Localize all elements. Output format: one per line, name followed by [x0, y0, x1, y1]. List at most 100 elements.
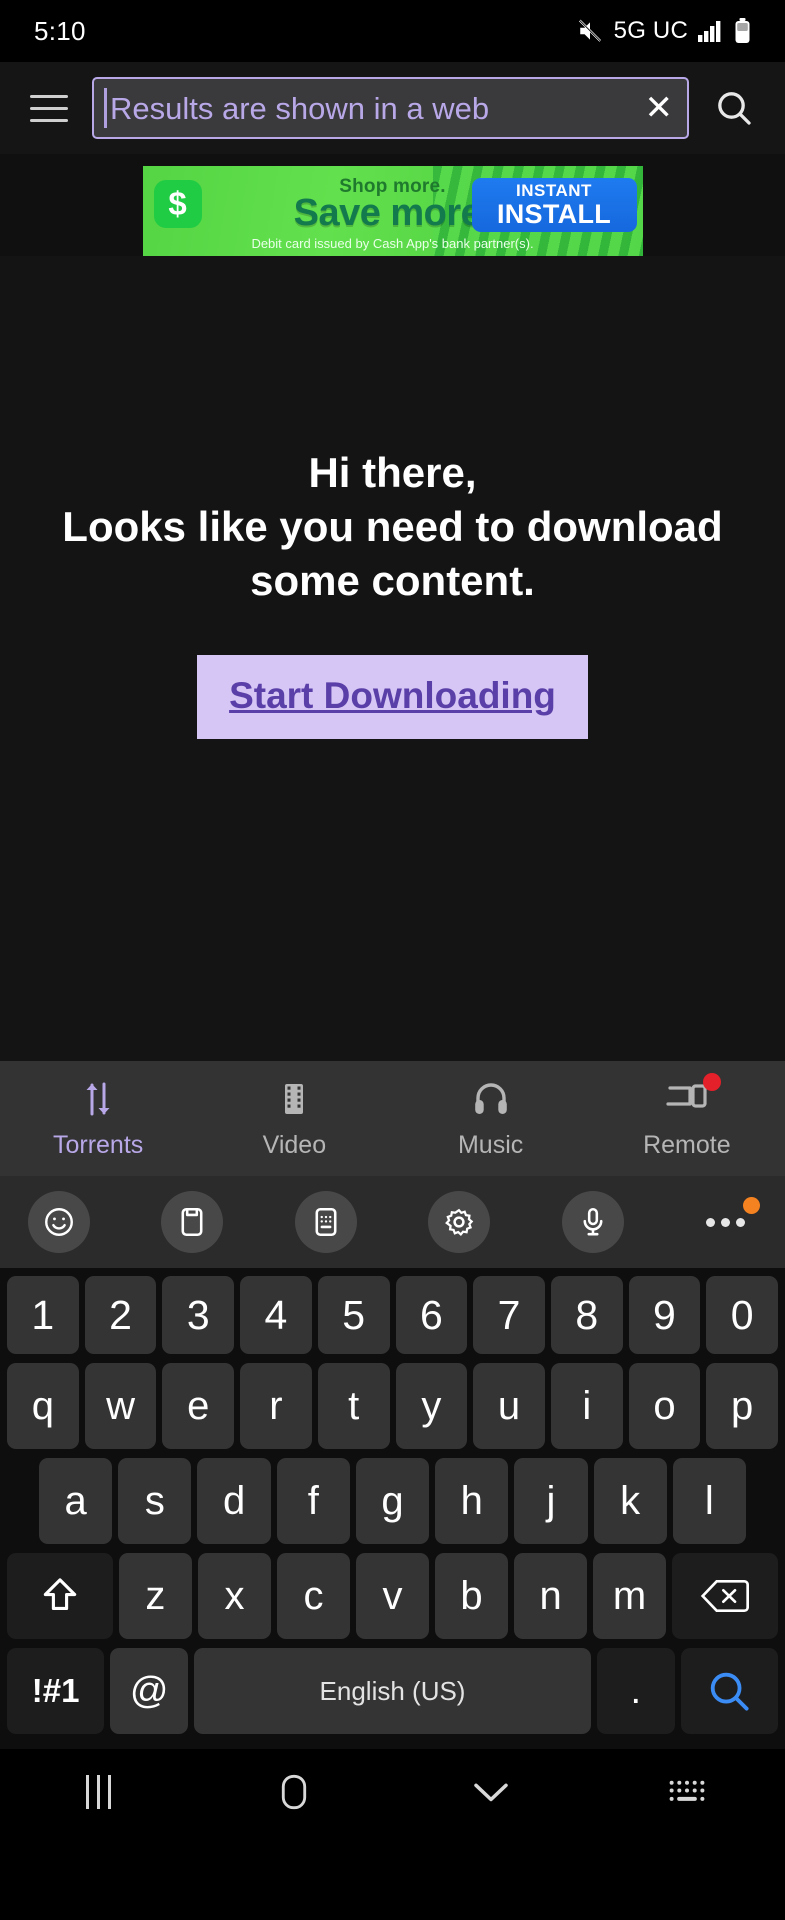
key-p[interactable]: p	[706, 1363, 779, 1449]
ad-banner[interactable]: $ Shop more. Save more. Debit card issue…	[142, 166, 643, 256]
key-2[interactable]: 2	[84, 1276, 157, 1354]
ad-disclaimer: Debit card issued by Cash App's bank par…	[251, 236, 534, 251]
key-x[interactable]: x	[197, 1553, 271, 1639]
key-e[interactable]: e	[162, 1363, 235, 1449]
ad-banner-container: $ Shop more. Save more. Debit card issue…	[0, 154, 785, 256]
phone-screen: 5:10 5G UC Results are shown in a web ✕ …	[0, 0, 785, 1920]
message-line-1: Looks like you need to download	[62, 502, 723, 550]
key-z[interactable]: z	[118, 1553, 192, 1639]
shift-arrow-icon[interactable]	[7, 1553, 113, 1639]
status-icons: 5G UC	[575, 17, 751, 45]
at-key[interactable]: @	[110, 1648, 189, 1734]
keyboard-layout-icon[interactable]	[294, 1191, 357, 1253]
key-u[interactable]: u	[473, 1363, 545, 1449]
more-options-badge	[742, 1197, 760, 1214]
search-input-text: Results are shown in a web	[110, 92, 490, 124]
tab-label: Torrents	[52, 1130, 144, 1159]
more-options-icon[interactable]	[695, 1191, 760, 1253]
key-3[interactable]: 3	[162, 1276, 235, 1354]
backspace-icon[interactable]	[672, 1553, 778, 1639]
web-content-area: Hi there, Looks like you need to downloa…	[0, 256, 785, 1061]
start-downloading-label: Start Downloading	[229, 675, 556, 717]
keyboard-toolbar	[0, 1176, 785, 1268]
key-w[interactable]: w	[84, 1363, 157, 1449]
status-bar: 5:10 5G UC	[0, 0, 785, 62]
on-screen-keyboard: 1 2 3 4 5 6 7 8 9 0 q w e r t y u i o p …	[0, 1268, 785, 1749]
key-v[interactable]: v	[355, 1553, 430, 1639]
tab-label: Remote	[643, 1130, 731, 1159]
key-b[interactable]: b	[435, 1553, 509, 1639]
remote-devices-icon	[665, 1072, 721, 1120]
tab-label: Music	[457, 1130, 524, 1159]
key-n[interactable]: n	[514, 1553, 588, 1639]
key-d[interactable]: d	[197, 1458, 271, 1544]
empty-state: Hi there, Looks like you need to downloa…	[0, 446, 785, 740]
key-s[interactable]: s	[118, 1458, 192, 1544]
period-key[interactable]: .	[596, 1648, 675, 1734]
settings-gear-icon[interactable]	[428, 1191, 491, 1253]
space-key[interactable]: English (US)	[194, 1648, 591, 1734]
clear-search-button[interactable]: ✕	[639, 91, 674, 125]
message-line-2: some content.	[250, 556, 535, 604]
bottom-tab-bar: Torrents Video Music Remote	[0, 1061, 785, 1176]
home-icon[interactable]	[196, 1749, 392, 1835]
key-c[interactable]: c	[276, 1553, 350, 1639]
recent-apps-icon[interactable]	[0, 1749, 196, 1835]
clipboard-icon[interactable]	[161, 1191, 224, 1253]
tab-torrents[interactable]: Torrents	[0, 1078, 196, 1160]
remote-notification-badge	[702, 1072, 721, 1091]
ad-cta-top-label: INSTANT	[516, 181, 592, 200]
key-m[interactable]: m	[593, 1553, 667, 1639]
key-6[interactable]: 6	[395, 1276, 468, 1354]
key-4[interactable]: 4	[240, 1276, 312, 1354]
key-g[interactable]: g	[355, 1458, 430, 1544]
key-o[interactable]: o	[628, 1363, 701, 1449]
ad-install-button[interactable]: INSTANT INSTALL	[471, 178, 637, 232]
key-a[interactable]: a	[39, 1458, 113, 1544]
key-q[interactable]: q	[6, 1363, 79, 1449]
tab-music[interactable]: Music	[393, 1078, 589, 1160]
page-title: Hi there, Looks like you need to downloa…	[28, 446, 757, 607]
search-input[interactable]: Results are shown in a web ✕	[92, 77, 689, 139]
transfer-arrows-icon	[81, 1078, 115, 1120]
key-1[interactable]: 1	[6, 1276, 79, 1354]
text-cursor	[104, 88, 107, 128]
status-time: 5:10	[34, 15, 86, 46]
battery-icon	[734, 18, 751, 44]
key-7[interactable]: 7	[473, 1276, 545, 1354]
dismiss-keyboard-chevron-icon[interactable]	[393, 1749, 589, 1835]
microphone-icon[interactable]	[561, 1191, 624, 1253]
keyboard-row-bottom: z x c v b n m	[4, 1553, 781, 1639]
key-8[interactable]: 8	[550, 1276, 623, 1354]
mute-icon	[575, 18, 605, 44]
search-submit-icon[interactable]	[705, 79, 763, 137]
key-9[interactable]: 9	[628, 1276, 701, 1354]
key-t[interactable]: t	[317, 1363, 390, 1449]
key-i[interactable]: i	[550, 1363, 623, 1449]
key-y[interactable]: y	[395, 1363, 468, 1449]
ad-cta-main-label: INSTALL	[496, 199, 612, 229]
search-magnifier-icon[interactable]	[680, 1648, 778, 1734]
key-f[interactable]: f	[276, 1458, 350, 1544]
key-k[interactable]: k	[593, 1458, 667, 1544]
hamburger-menu-icon[interactable]	[22, 81, 76, 135]
key-r[interactable]: r	[240, 1363, 312, 1449]
network-type-label: 5G UC	[613, 17, 688, 44]
key-0[interactable]: 0	[706, 1276, 779, 1354]
system-navigation-bar	[0, 1749, 785, 1835]
key-5[interactable]: 5	[317, 1276, 390, 1354]
symbols-key[interactable]: !#1	[7, 1648, 105, 1734]
tab-label: Video	[262, 1130, 327, 1159]
app-bar: Results are shown in a web ✕	[0, 62, 785, 154]
tab-video[interactable]: Video	[196, 1078, 392, 1160]
film-strip-icon	[277, 1078, 311, 1120]
keyboard-switch-icon[interactable]	[589, 1749, 785, 1835]
start-downloading-button[interactable]: Start Downloading	[197, 655, 588, 740]
emoji-smiley-icon[interactable]	[28, 1191, 90, 1253]
greeting-line: Hi there,	[308, 449, 477, 496]
key-l[interactable]: l	[672, 1458, 746, 1544]
tab-remote[interactable]: Remote	[589, 1072, 785, 1160]
keyboard-row-top: q w e r t y u i o p	[4, 1363, 781, 1449]
key-j[interactable]: j	[514, 1458, 588, 1544]
key-h[interactable]: h	[435, 1458, 509, 1544]
